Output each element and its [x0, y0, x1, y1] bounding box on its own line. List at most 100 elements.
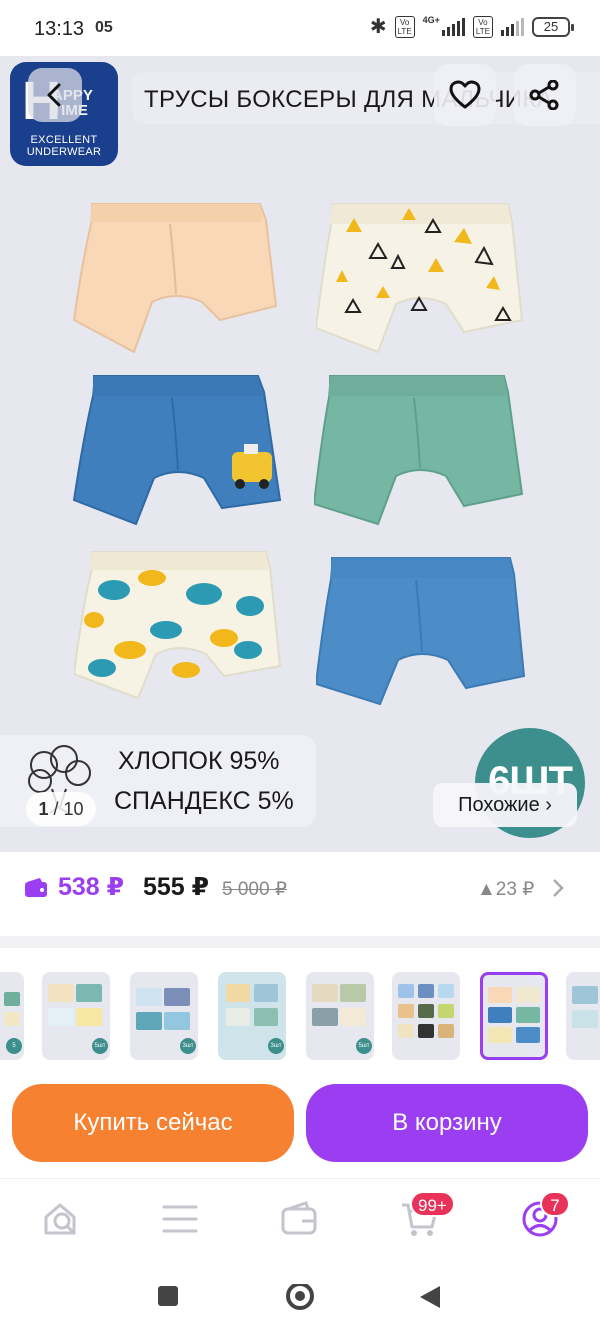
- thumb-item: [438, 1024, 454, 1038]
- buy-now-button[interactable]: Купить сейчас: [12, 1084, 294, 1162]
- variant-thumb[interactable]: [392, 972, 460, 1060]
- thumb-item: [418, 1004, 434, 1018]
- thumb-item: [516, 1027, 540, 1043]
- brand-tagline-line2: UNDERWEAR: [26, 146, 102, 158]
- circle-icon[interactable]: [284, 1284, 316, 1316]
- volte-icon-2: Vo LTE: [472, 16, 493, 38]
- thumb-item: [4, 992, 20, 1006]
- action-bar: Купить сейчас В корзину: [0, 1074, 600, 1178]
- thumb-item: [438, 1004, 454, 1018]
- price-change[interactable]: ▲23 ₽: [477, 878, 534, 901]
- card-price: 538 ₽: [58, 873, 125, 901]
- network-type: 4G+: [422, 15, 440, 25]
- status-icons: ✱ Vo LTE 4G+ Vo LTE 25: [369, 15, 574, 38]
- triangle-print-boxer-image: [316, 203, 524, 354]
- blue-boxer-image: [316, 557, 526, 706]
- thumb-qty-badge: 3шт: [268, 1038, 284, 1054]
- thumb-qty-badge: 5: [6, 1038, 22, 1054]
- old-price: 5 000 ₽: [222, 879, 287, 900]
- nav-home[interactable]: [42, 1199, 82, 1239]
- thumb-item: [48, 984, 74, 1002]
- volte-icon: Vo LTE: [394, 16, 415, 38]
- variant-thumb[interactable]: 5: [0, 972, 24, 1060]
- signal-icon-2: [501, 18, 524, 36]
- wallet-nav-icon: [281, 1201, 317, 1235]
- heart-icon: [449, 80, 481, 109]
- thumb-item: [48, 1008, 74, 1026]
- status-notification-count: 05: [95, 19, 113, 36]
- signal-icon: [441, 18, 465, 36]
- thumb-qty-badge: 5шт: [356, 1038, 372, 1054]
- thumb-item: [76, 984, 102, 1002]
- system-nav: [0, 1262, 600, 1332]
- variant-thumb[interactable]: 5шт: [42, 972, 110, 1060]
- nav-wallet[interactable]: [280, 1199, 320, 1239]
- variant-thumb-selected[interactable]: [480, 972, 548, 1060]
- variant-selector: 5 5шт 3шт 3шт 5шт: [0, 948, 600, 1074]
- triangle-back-icon[interactable]: [418, 1284, 442, 1310]
- thumb-item: [418, 984, 434, 998]
- chevron-right-icon[interactable]: [552, 878, 564, 898]
- current-price: 555 ₽: [143, 873, 210, 901]
- share-icon: [529, 80, 559, 110]
- back-arrow-icon: [47, 83, 61, 107]
- thumb-item: [312, 984, 338, 1002]
- thumb-item: [572, 986, 598, 1004]
- thumb-item: [76, 1008, 102, 1026]
- peach-boxer-image: [72, 203, 278, 354]
- thumb-qty-badge: 3шт: [180, 1038, 196, 1054]
- thumb-item: [418, 1024, 434, 1038]
- price-section: 538 ₽ 555 ₽ 5 000 ₽ ▲23 ₽: [0, 852, 600, 936]
- thumb-item: [438, 984, 454, 998]
- thumb-item: [488, 1007, 512, 1023]
- similar-products-button[interactable]: Похожие ›: [433, 783, 577, 827]
- share-button[interactable]: [514, 64, 576, 126]
- thumb-item: [516, 1007, 540, 1023]
- blue-taxi-boxer-image: [72, 375, 282, 526]
- composition-spandex: СПАНДЕКС 5%: [114, 787, 294, 815]
- variant-thumb[interactable]: 3шт: [130, 972, 198, 1060]
- thumb-item: [398, 984, 414, 998]
- wallet-icon: [25, 878, 47, 897]
- thumb-item: [516, 987, 540, 1003]
- variant-thumb[interactable]: [566, 972, 600, 1060]
- back-button[interactable]: [28, 68, 82, 122]
- section-divider: [0, 936, 600, 948]
- catalog-menu-icon: [162, 1205, 198, 1233]
- image-counter: 1 / 10: [26, 792, 96, 826]
- cart-badge: 99+: [410, 1191, 455, 1217]
- favorite-button[interactable]: [434, 64, 496, 126]
- thumb-qty-badge: 5шт: [92, 1038, 108, 1054]
- thumb-item: [254, 984, 278, 1002]
- thumb-item: [254, 1008, 278, 1026]
- battery-icon: 25: [532, 17, 574, 37]
- thumb-item: [136, 1012, 162, 1030]
- status-bar: 13:13 05 ✱ Vo LTE 4G+ Vo LTE 25: [0, 0, 600, 56]
- thumb-item: [136, 988, 162, 1006]
- dinosaur-print-boxer-image: [74, 551, 282, 700]
- image-counter-current: 1: [38, 799, 49, 819]
- image-counter-total: 10: [63, 799, 84, 819]
- bottom-nav: 99+ 7: [0, 1178, 600, 1262]
- thumb-item: [572, 1010, 598, 1028]
- home-search-icon: [44, 1203, 77, 1236]
- thumb-item: [4, 1012, 20, 1026]
- thumb-item: [488, 987, 512, 1003]
- thumb-item: [312, 1008, 338, 1026]
- add-to-cart-button[interactable]: В корзину: [306, 1084, 588, 1162]
- thumb-item: [226, 984, 250, 1002]
- square-icon[interactable]: [156, 1284, 180, 1308]
- thumb-item: [164, 988, 190, 1006]
- image-counter-separator: /: [53, 799, 59, 819]
- variant-thumb[interactable]: 3шт: [218, 972, 286, 1060]
- status-time: 13:13: [34, 18, 85, 40]
- nav-catalog[interactable]: [160, 1199, 200, 1239]
- composition-cotton: ХЛОПОК 95%: [118, 747, 280, 775]
- bluetooth-icon: ✱: [369, 16, 387, 38]
- brand-tagline: EXCELLENT UNDERWEAR: [10, 134, 118, 158]
- brand-tagline-line1: EXCELLENT: [30, 134, 98, 146]
- thumb-item: [398, 1004, 414, 1018]
- thumb-item: [340, 984, 366, 1002]
- thumb-item: [164, 1012, 190, 1030]
- variant-thumb[interactable]: 5шт: [306, 972, 374, 1060]
